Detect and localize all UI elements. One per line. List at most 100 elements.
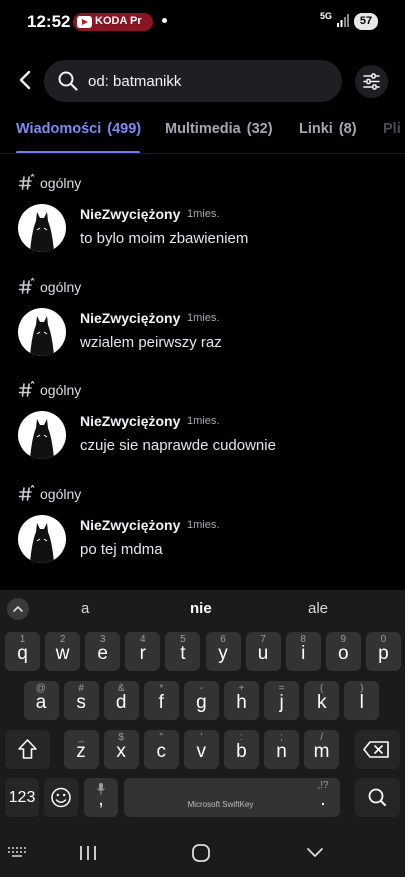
avatar[interactable] [18, 204, 66, 252]
batman-avatar-icon [30, 419, 54, 459]
key-j[interactable]: = j [264, 681, 300, 720]
numbers-key-label: 123 [8, 789, 36, 806]
author-name: NieZwyciężony [80, 517, 181, 533]
search-input[interactable] [88, 60, 328, 102]
key-label: m [313, 741, 330, 762]
space-bar[interactable]: Microsoft SwiftKey [124, 778, 317, 817]
home-icon[interactable] [190, 842, 212, 864]
key-o[interactable]: 9o [325, 632, 361, 671]
comma-key[interactable]: , [84, 778, 118, 817]
key-label: v [196, 741, 207, 762]
space-bar-label: Microsoft SwiftKey [187, 800, 254, 809]
author-name: NieZwyciężony [80, 206, 181, 222]
key-label: n [276, 741, 287, 762]
key-i[interactable]: 8i [285, 632, 321, 671]
key-s[interactable]: # s [63, 681, 99, 720]
search-result[interactable]: ogólny NieZwyciężony 1mies. po tej mdma [0, 484, 405, 586]
key-f[interactable]: * f [143, 681, 179, 720]
key-d[interactable]: & d [103, 681, 139, 720]
key-label: h [236, 692, 247, 713]
suggestion-middle[interactable]: nie [190, 600, 212, 617]
search-key[interactable] [355, 778, 400, 817]
tab-files[interactable]: Pli [383, 121, 401, 153]
key-h[interactable]: + h [224, 681, 259, 720]
tab-count: (8) [338, 121, 357, 137]
suggestion-toggle-button[interactable] [7, 598, 29, 620]
key-w[interactable]: 2w [45, 632, 81, 671]
key-n[interactable]: ; n [264, 730, 299, 769]
key-label: o [338, 643, 349, 664]
signal-icon [337, 14, 349, 27]
key-x[interactable]: $ x [103, 730, 139, 769]
key-t[interactable]: 5t [165, 632, 201, 671]
key-c[interactable]: " c [143, 730, 179, 769]
key-k[interactable]: (k [304, 681, 340, 720]
search-result[interactable]: ogólny NieZwyciężony 1mies. wzialem peir… [0, 277, 405, 379]
key-b[interactable]: :b [223, 730, 259, 769]
channel-name: ogólny [40, 382, 82, 398]
channel-label[interactable]: ogólny [18, 277, 81, 297]
tab-messages[interactable]: Wiadomości (499) [16, 121, 141, 153]
key-label: f [158, 692, 164, 713]
emoji-key[interactable] [44, 778, 78, 817]
avatar[interactable] [18, 411, 66, 459]
channel-name: ogólny [40, 279, 82, 295]
thread-hashtag-icon [18, 485, 35, 501]
key-label: u [257, 643, 269, 664]
key-label: c [156, 741, 166, 762]
author-name: NieZwyciężony [80, 310, 181, 326]
battery-icon: 57 [354, 13, 378, 30]
key-p[interactable]: 0p [365, 632, 401, 671]
key-a[interactable]: @ a [23, 681, 59, 720]
key-q[interactable]: 1q [5, 632, 40, 671]
key-label: j [279, 692, 284, 713]
period-key[interactable]: ,!? . [306, 778, 340, 817]
message-time: 1mies. [187, 415, 220, 427]
key-v[interactable]: ' v [183, 730, 219, 769]
channel-label[interactable]: ogólny [18, 484, 81, 504]
youtube-icon [77, 16, 92, 28]
tab-links[interactable]: Linki (8) [299, 121, 357, 153]
period-key-label: . [320, 789, 326, 810]
message-text: po tej mdma [80, 541, 163, 558]
keyboard-hide-icon[interactable] [8, 847, 28, 859]
suggestion-bar: a nie ale [0, 590, 405, 628]
key-m[interactable]: / m [304, 730, 340, 769]
search-result[interactable]: ogólny NieZwyciężony 1mies. czuje sie na… [0, 380, 405, 482]
key-label: q [17, 643, 28, 664]
key-label: d [115, 692, 127, 713]
network-type: 5G [320, 11, 333, 21]
search-bar[interactable] [44, 60, 342, 102]
result-tabs: Wiadomości (499) Multimedia (32) Linki (8) … [0, 114, 405, 154]
avatar[interactable] [18, 515, 66, 563]
chevron-up-icon [13, 605, 23, 612]
back-chevron-down-icon[interactable] [305, 844, 325, 862]
backspace-key[interactable] [355, 730, 400, 769]
key-label: e [97, 643, 108, 664]
batman-avatar-icon [30, 212, 54, 252]
numbers-key[interactable]: 123 [5, 778, 39, 817]
key-g[interactable]: -g [183, 681, 219, 720]
tab-media[interactable]: Multimedia (32) [165, 121, 273, 153]
tab-label: Multimedia [165, 121, 241, 137]
back-arrow-icon[interactable] [12, 66, 40, 94]
search-result[interactable]: ogólny NieZwyciężony 1mies. to bylo moim… [0, 173, 405, 275]
suggestion-left[interactable]: a [81, 600, 89, 617]
recent-apps-icon[interactable] [78, 843, 98, 863]
suggestion-right[interactable]: ale [308, 600, 328, 617]
key-r[interactable]: 4r [125, 632, 161, 671]
channel-label[interactable]: ogólny [18, 173, 81, 193]
key-e[interactable]: 3e [85, 632, 121, 671]
shift-key[interactable] [5, 730, 50, 769]
key-label: p [378, 643, 389, 664]
filter-button[interactable] [355, 65, 388, 98]
avatar[interactable] [18, 308, 66, 356]
thread-hashtag-icon [18, 174, 35, 190]
key-l[interactable]: ) l [344, 681, 380, 720]
backspace-icon [363, 741, 389, 758]
key-y[interactable]: 6y [205, 632, 241, 671]
notification-dot-icon [162, 18, 167, 23]
channel-label[interactable]: ogólny [18, 380, 81, 400]
key-u[interactable]: 7u [245, 632, 281, 671]
key-z[interactable]: _ z [63, 730, 99, 769]
